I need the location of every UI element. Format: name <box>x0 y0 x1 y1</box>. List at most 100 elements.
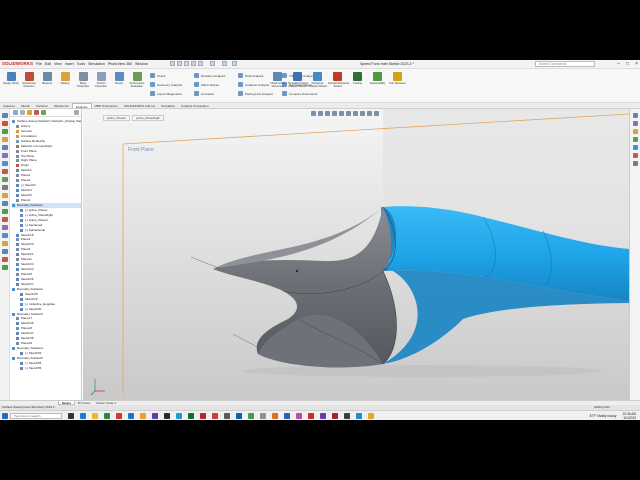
pinned-app-icon[interactable] <box>104 413 110 419</box>
breadcrumb-item[interactable]: spline_PlaneRight <box>131 115 165 121</box>
pinned-app-icon[interactable] <box>344 413 350 419</box>
pinned-app-icon[interactable] <box>152 413 158 419</box>
tab-solidworks-add-ins[interactable]: SOLIDWORKS Add-Ins <box>121 103 158 108</box>
side-tool-icon[interactable] <box>2 169 8 174</box>
side-tool-icon[interactable] <box>2 217 8 222</box>
select-icon[interactable] <box>210 61 215 66</box>
tab-analysis-preparation[interactable]: Analysis Preparation <box>178 103 212 108</box>
menu-edit[interactable]: Edit <box>45 62 51 66</box>
pinned-app-icon[interactable] <box>320 413 326 419</box>
ribbon-interference-detection-button[interactable]: Interference Detection <box>20 71 38 99</box>
ribbon-check-button[interactable]: Check <box>150 72 166 79</box>
side-tool-icon[interactable] <box>2 153 8 158</box>
pinned-app-icon[interactable] <box>176 413 182 419</box>
view-orientation-icon[interactable] <box>339 111 344 116</box>
side-tool-icon[interactable] <box>2 177 8 182</box>
ribbon-design-study-button[interactable]: Design Study <box>2 71 20 99</box>
pinned-app-icon[interactable] <box>272 413 278 419</box>
file-explorer-icon[interactable] <box>633 129 638 134</box>
side-tool-icon[interactable] <box>2 233 8 238</box>
search-commands-input[interactable]: Search Commands <box>535 61 595 67</box>
clock[interactable]: 10:36 AM 6/1/2023 <box>623 412 636 420</box>
pinned-app-icon[interactable] <box>308 413 314 419</box>
ribbon-check-active-document-button[interactable]: Check Active Document <box>268 71 287 99</box>
filter-icon[interactable] <box>74 110 79 115</box>
pinned-app-icon[interactable] <box>260 413 266 419</box>
menu-photoview-360[interactable]: PhotoView 360 <box>108 62 132 66</box>
tab-mbd-dimensions[interactable]: MBD Dimensions <box>92 103 121 108</box>
ribbon-costing-button[interactable]: Costing <box>348 71 367 99</box>
side-tool-icon[interactable] <box>2 129 8 134</box>
pinned-app-icon[interactable] <box>356 413 362 419</box>
model-canvas[interactable]: Front Plane <box>83 109 629 400</box>
options-icon[interactable] <box>232 61 237 66</box>
solidworks-forum-icon[interactable] <box>633 161 638 166</box>
display-manager-icon[interactable] <box>41 110 46 115</box>
pinned-app-icon[interactable] <box>236 413 242 419</box>
maximize-icon[interactable]: □ <box>626 61 629 67</box>
side-tool-icon[interactable] <box>2 145 8 150</box>
pinned-app-icon[interactable] <box>212 413 218 419</box>
side-tool-icon[interactable] <box>2 241 8 246</box>
ribbon-sustainability-button[interactable]: Sustainability <box>368 71 387 99</box>
previous-view-icon[interactable] <box>325 111 330 116</box>
ribbon-section-properties-button[interactable]: Section Properties <box>92 71 110 99</box>
tab-evaluate[interactable]: Evaluate <box>71 103 92 109</box>
tree-item[interactable]: (-) Sketch56 <box>12 366 81 371</box>
pinned-app-icon[interactable] <box>80 413 86 419</box>
custom-properties-icon[interactable] <box>633 153 638 158</box>
tab-sketch[interactable]: Sketch <box>18 103 33 108</box>
side-tool-icon[interactable] <box>2 249 8 254</box>
graphics-viewport[interactable]: Front Plane spline_Plane2 spline_PlaneRi… <box>83 109 629 400</box>
close-icon[interactable]: × <box>635 61 638 67</box>
pinned-app-icon[interactable] <box>368 413 374 419</box>
pinned-app-icon[interactable] <box>296 413 302 419</box>
view-settings-icon[interactable] <box>374 111 379 116</box>
ribbon-import-diagnostics-button[interactable]: Import Diagnostics <box>150 90 182 97</box>
side-tool-icon[interactable] <box>2 209 8 214</box>
menu-simulation[interactable]: Simulation <box>88 62 105 66</box>
minimize-icon[interactable]: – <box>617 61 620 67</box>
new-doc-icon[interactable] <box>170 61 175 66</box>
scene-icon[interactable] <box>367 111 372 116</box>
view-palette-icon[interactable] <box>633 137 638 142</box>
pinned-app-icon[interactable] <box>200 413 206 419</box>
menu-file[interactable]: File <box>36 62 42 66</box>
resources-icon[interactable] <box>633 113 638 118</box>
taskbar-search-input[interactable]: Type here to search <box>10 413 62 419</box>
open-icon[interactable] <box>177 61 182 66</box>
side-tool-icon[interactable] <box>2 137 8 142</box>
pinned-app-icon[interactable] <box>224 413 230 419</box>
side-tool-icon[interactable] <box>2 161 8 166</box>
appearances-icon[interactable] <box>633 145 638 150</box>
ribbon-measure-button[interactable]: Measure <box>38 71 56 99</box>
config-manager-icon[interactable] <box>27 110 32 115</box>
ribbon-performance-evaluation-button[interactable]: Performance Evaluation <box>128 71 146 99</box>
side-tool-icon[interactable] <box>2 121 8 126</box>
undo-icon[interactable] <box>198 61 203 66</box>
ribbon-deviation-analysis-button[interactable]: Deviation Analysis <box>194 72 225 79</box>
pinned-app-icon[interactable] <box>248 413 254 419</box>
dimxpert-icon[interactable] <box>34 110 39 115</box>
side-tool-icon[interactable] <box>2 201 8 206</box>
pinned-app-icon[interactable] <box>188 413 194 419</box>
tab-surfaces[interactable]: Surfaces <box>33 103 51 108</box>
hide-show-icon[interactable] <box>353 111 358 116</box>
zoom-fit-icon[interactable] <box>311 111 316 116</box>
print-icon[interactable] <box>191 61 196 66</box>
ribbon-driveworksxpress-wizard-button[interactable]: DriveWorksXpress Wizard <box>328 71 349 99</box>
zoom-area-icon[interactable] <box>318 111 323 116</box>
pinned-app-icon[interactable] <box>116 413 122 419</box>
feature-tree-icon[interactable] <box>13 110 18 115</box>
pinned-app-icon[interactable] <box>284 413 290 419</box>
ribbon-curvature-button[interactable]: Curvature <box>194 90 214 97</box>
side-tool-icon[interactable] <box>2 225 8 230</box>
ribbon-zebra-stripes-button[interactable]: Zebra Stripes <box>194 81 219 88</box>
appearance-icon[interactable] <box>360 111 365 116</box>
side-tool-icon[interactable] <box>2 185 8 190</box>
menu-window[interactable]: Window <box>135 62 148 66</box>
ribbon-markup-button[interactable]: Markup <box>56 71 74 99</box>
menu-insert[interactable]: Insert <box>65 62 74 66</box>
pinned-app-icon[interactable] <box>164 413 170 419</box>
rebuild-icon[interactable] <box>222 61 227 66</box>
